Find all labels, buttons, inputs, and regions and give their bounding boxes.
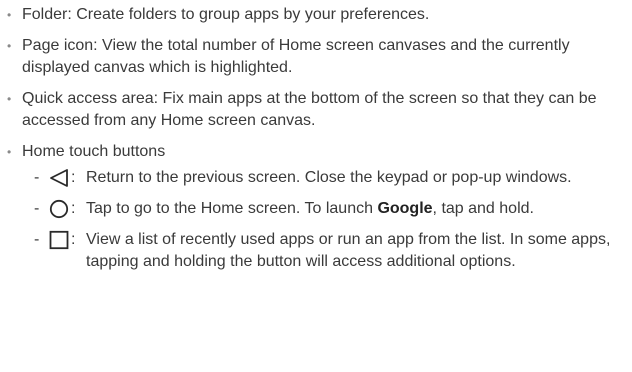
- home-touch-buttons-heading: Home touch buttons: [22, 143, 166, 160]
- home-button-text-after: , tap and hold.: [432, 200, 534, 217]
- list-item-quick-access-area: • Quick access area: Fix main apps at th…: [0, 88, 600, 132]
- dash: -: [34, 200, 40, 217]
- sub-item-back-button: - : Return to the previous screen. Close…: [22, 167, 622, 189]
- page-icon-description: Page icon: View the total number of Home…: [22, 37, 570, 76]
- manual-page: • Folder: Create folders to group apps b…: [0, 0, 632, 372]
- recent-square-icon: [49, 230, 69, 250]
- dash: -: [34, 231, 40, 248]
- quick-access-description: Quick access area: Fix main apps at the …: [22, 90, 597, 129]
- colon: :: [71, 169, 76, 186]
- back-button-description: Return to the previous screen. Close the…: [86, 169, 572, 186]
- bullet-dot: •: [7, 39, 12, 53]
- home-button-text-before: Tap to go to the Home screen. To launch: [86, 200, 378, 217]
- colon: :: [71, 200, 76, 217]
- sub-item-home-button: - : Tap to go to the Home screen. To lau…: [22, 198, 622, 220]
- folder-description: Folder: Create folders to group apps by …: [22, 6, 430, 23]
- list-item-home-touch-buttons: • Home touch buttons - : Return to the p…: [0, 141, 610, 273]
- sub-item-recent-apps-button: - : View a list of recently used apps or…: [22, 229, 622, 273]
- colon: :: [71, 231, 76, 248]
- back-triangle-icon: [50, 169, 68, 187]
- list-item-page-icon: • Page icon: View the total number of Ho…: [0, 35, 600, 79]
- home-button-description: Tap to go to the Home screen. To launch …: [86, 200, 534, 217]
- google-app-name: Google: [377, 200, 433, 217]
- bullet-dot: •: [7, 145, 12, 159]
- bullet-dot: •: [7, 8, 12, 22]
- home-screen-feature-list: • Folder: Create folders to group apps b…: [0, 4, 632, 273]
- home-circle-icon: [49, 199, 69, 219]
- dash: -: [34, 169, 40, 186]
- home-touch-button-list: - : Return to the previous screen. Close…: [22, 167, 610, 273]
- recent-apps-button-description: View a list of recently used apps or run…: [86, 231, 611, 270]
- list-item-folder: • Folder: Create folders to group apps b…: [0, 4, 600, 26]
- bullet-dot: •: [7, 92, 12, 106]
